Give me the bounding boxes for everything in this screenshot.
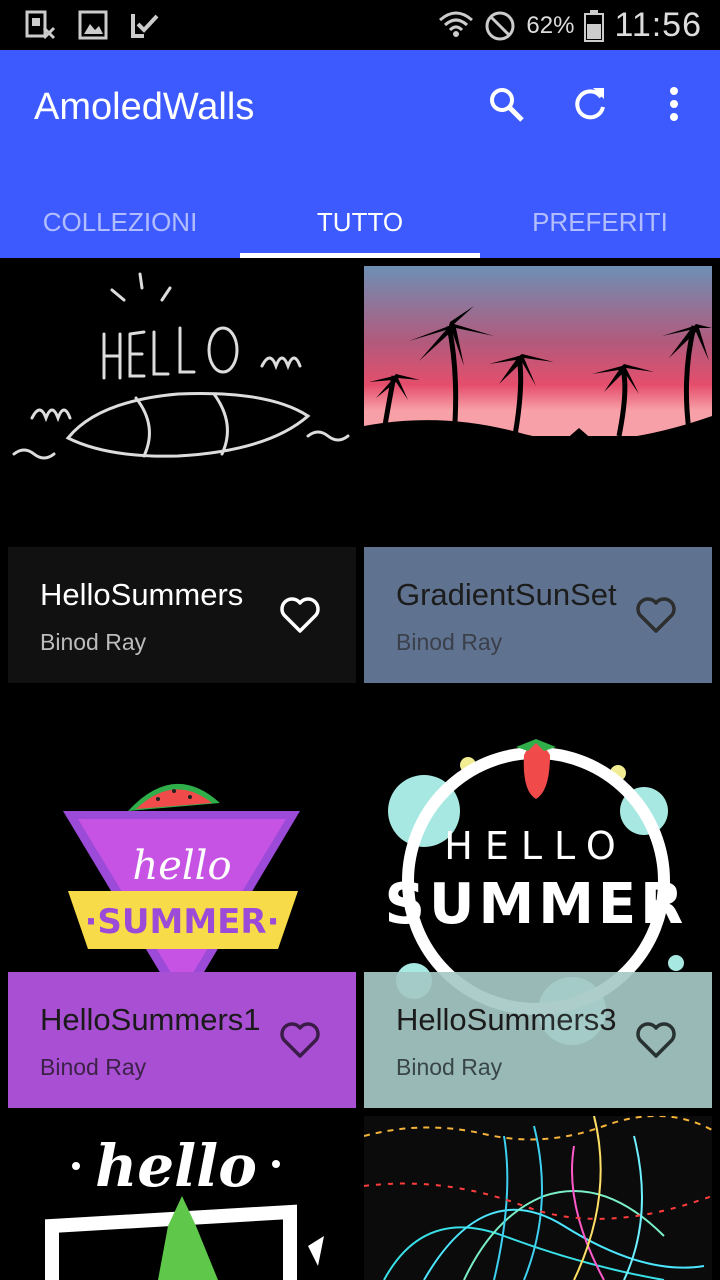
wallpaper-caption: HelloSummers1 Binod Ray xyxy=(8,972,356,1108)
svg-text:SUMMER: SUMMER xyxy=(385,872,688,937)
check-clipboard-icon xyxy=(131,14,159,38)
svg-text:hello: hello xyxy=(95,1132,257,1200)
favorite-heart-icon[interactable] xyxy=(278,1020,322,1060)
search-button[interactable] xyxy=(486,84,526,124)
wallpaper-card-partial-lights[interactable] xyxy=(364,1116,712,1280)
wallpaper-thumbnail xyxy=(8,266,356,547)
app-title: AmoledWalls xyxy=(34,86,255,128)
wallpaper-caption: GradientSunSet Binod Ray xyxy=(364,547,712,683)
tab-bar: COLLEZIONI TUTTO PREFERITI xyxy=(0,186,720,258)
wallpaper-card-hellosummers3[interactable]: HELLO SUMMER HelloSummers3 Binod Ray xyxy=(364,691,712,1108)
wallpaper-title: HelloSummers1 xyxy=(40,1002,261,1037)
svg-text:·SUMMER·: ·SUMMER· xyxy=(84,902,279,942)
svg-text:HELLO: HELLO xyxy=(444,824,627,868)
battery-icon xyxy=(584,9,605,42)
favorite-heart-icon[interactable] xyxy=(634,1020,678,1060)
wallpaper-thumbnail xyxy=(364,1116,712,1280)
wallpaper-author: Binod Ray xyxy=(40,629,147,655)
favorite-heart-icon[interactable] xyxy=(278,595,322,635)
wallpaper-card-partial-hello[interactable]: hello xyxy=(8,1116,356,1280)
wallpaper-author: Binod Ray xyxy=(396,1054,503,1080)
tab-collezioni[interactable]: COLLEZIONI xyxy=(0,186,240,258)
favorite-heart-icon[interactable] xyxy=(634,595,678,635)
wallpaper-card-hellosummers[interactable]: HelloSummers Binod Ray xyxy=(8,266,356,683)
wallpaper-thumbnail: hello xyxy=(8,1116,356,1280)
search-icon xyxy=(490,88,524,122)
tab-tutto[interactable]: TUTTO xyxy=(240,186,480,258)
wallpaper-caption: HelloSummers3 Binod Ray xyxy=(364,972,712,1108)
wifi-icon xyxy=(439,11,474,37)
refresh-button[interactable] xyxy=(570,84,610,124)
app-bar: AmoledWalls COLLEZIONI TUTTO PREFERITI xyxy=(0,50,720,258)
refresh-icon xyxy=(575,88,605,120)
clock: 11:56 xyxy=(614,6,702,44)
wallpaper-author: Binod Ray xyxy=(40,1054,147,1080)
do-not-disturb-icon xyxy=(485,11,515,40)
wallpaper-card-hellosummers1[interactable]: hello ·SUMMER· HelloSummers1 Binod Ray xyxy=(8,691,356,1108)
status-bar: 62% 11:56 xyxy=(0,0,720,50)
wallpaper-title: GradientSunSet xyxy=(396,577,617,612)
tab-preferiti[interactable]: PREFERITI xyxy=(480,186,720,258)
wallpaper-thumbnail xyxy=(364,266,712,547)
battery-percent: 62% xyxy=(526,11,575,39)
svg-text:hello: hello xyxy=(132,843,231,889)
wallpaper-title: HelloSummers xyxy=(40,577,244,612)
image-icon xyxy=(78,10,108,40)
wallpaper-caption: HelloSummers Binod Ray xyxy=(8,547,356,683)
more-vert-icon xyxy=(670,87,678,121)
wallpaper-title: HelloSummers3 xyxy=(396,1002,617,1037)
wallpaper-author: Binod Ray xyxy=(396,629,503,655)
sim-x-icon xyxy=(25,10,56,40)
wallpaper-card-gradientsunset[interactable]: GradientSunSet Binod Ray xyxy=(364,266,712,683)
more-options-button[interactable] xyxy=(654,84,694,124)
